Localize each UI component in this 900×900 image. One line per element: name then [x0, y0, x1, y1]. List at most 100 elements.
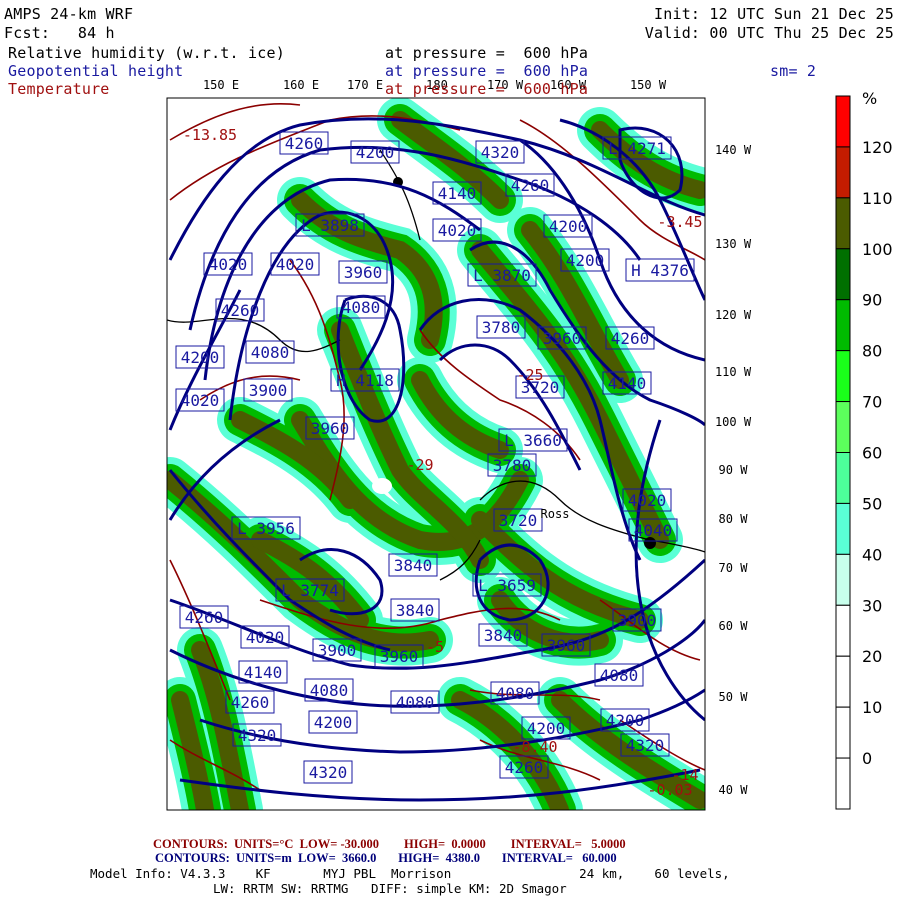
colorbar-label: 0 [862, 749, 872, 768]
height-label-text: 4140 [608, 374, 647, 393]
height-label-text: L 3659 [478, 576, 536, 595]
colorbar-swatch [835, 655, 851, 708]
colorbar-label: 100 [862, 240, 893, 259]
model-info-2: LW: RRTM SW: RRTMG DIFF: simple KM: 2D S… [213, 881, 567, 896]
height-label-text: 4200 [606, 711, 645, 730]
forecast-hour: Fcst: 84 h [4, 24, 115, 42]
height-label-text: 4020 [438, 221, 477, 240]
height-label-text: 4320 [481, 143, 520, 162]
colorbar-label: 30 [862, 596, 882, 615]
height-label: L 3870 [467, 263, 537, 287]
height-label: 4320 [232, 723, 282, 747]
top-lon-label: 160 E [283, 78, 319, 92]
height-label: 4260 [225, 690, 275, 714]
field-rh-level: at pressure = 600 hPa [385, 44, 589, 62]
colorbar-label: 50 [862, 494, 882, 513]
colorbar-label: 110 [862, 189, 893, 208]
height-label: 4080 [304, 678, 354, 702]
height-label: 3960 [374, 644, 424, 668]
height-label-text: 3720 [499, 511, 538, 530]
valid-time: Valid: 00 UTC Thu 25 Dec 25 [644, 24, 894, 42]
height-label: 4080 [245, 340, 295, 364]
temp-contours-label: CONTOURS: [153, 837, 228, 851]
height-label-text: 4200 [549, 217, 588, 236]
height-contours-label: CONTOURS: [155, 851, 230, 865]
height-label-text: 3840 [396, 601, 435, 620]
height-label-text: 3960 [344, 263, 383, 282]
colorbar-label: 10 [862, 698, 882, 717]
height-label: 4140 [238, 660, 288, 684]
height-label-text: L 3870 [473, 266, 531, 285]
right-lon-label: 130 W [715, 237, 752, 251]
height-label: 3840 [388, 553, 438, 577]
height-label: 4020 [622, 488, 672, 512]
right-lon-label: 80 W [719, 512, 749, 526]
height-label: 3780 [476, 315, 526, 339]
colorbar-swatch [835, 502, 851, 555]
height-label: 4140 [602, 371, 652, 395]
height-label: 4200 [521, 716, 571, 740]
height-label: 4200 [600, 708, 650, 732]
model-info-1: Model Info: V4.3.3 KF MYJ PBL Morrison 2… [90, 866, 730, 881]
height-label: L 3774 [275, 578, 345, 602]
height-label-text: 4080 [496, 684, 535, 703]
height-label-text: 3780 [493, 456, 532, 475]
height-label: 4260 [505, 173, 555, 197]
height-label-text: 3900 [618, 611, 657, 630]
height-label: 4260 [215, 298, 265, 322]
temperature-label: -0.03 [647, 781, 692, 799]
colorbar-swatch [835, 706, 851, 759]
height-label: 4020 [270, 252, 320, 276]
height-label-text: 4320 [238, 726, 277, 745]
height-contours-low: LOW= 3660.0 [298, 851, 377, 865]
colorbar-swatch [835, 197, 851, 250]
field-height-name: Geopotential height [8, 62, 184, 80]
height-label: L 3660 [498, 428, 568, 452]
height-label-text: 4200 [356, 143, 395, 162]
height-label: 3780 [487, 453, 537, 477]
colorbar-swatch [835, 757, 851, 810]
height-label: 4080 [490, 681, 540, 705]
top-lon-label: 170 E [347, 78, 383, 92]
height-label-text: 4260 [221, 301, 260, 320]
height-label: 4020 [432, 218, 482, 242]
temperature-label: -13.85 [183, 126, 237, 144]
field-temp-level: at pressure = 600 hPa [385, 80, 589, 98]
colorbar-label: 80 [862, 342, 882, 361]
temperature-label: -25 [516, 366, 543, 384]
height-label: 4320 [620, 733, 670, 757]
height-label: L 3659 [472, 573, 542, 597]
right-lon-label: 100 W [715, 415, 752, 429]
height-label: 4080 [594, 663, 644, 687]
right-lon-label: 120 W [715, 308, 752, 322]
height-label: 3960 [541, 633, 591, 657]
height-label-text: 4080 [396, 693, 435, 712]
height-label-text: 4140 [438, 184, 477, 203]
temp-contours-low: LOW= -30.000 [299, 837, 379, 851]
field-temp-name: Temperature [8, 80, 110, 98]
right-lon-label: 140 W [715, 143, 752, 157]
weather-map: 4260 4200L 38984020 4020 39604260 40804200 40… [166, 78, 893, 811]
height-label-text: L 3660 [504, 431, 562, 450]
colorbar: 1201101009080706050403020100% [835, 89, 893, 810]
height-label-text: 4020 [276, 255, 315, 274]
height-label: 4260 [499, 755, 549, 779]
height-label-text: 4320 [309, 763, 348, 782]
temperature-label: -29 [406, 456, 433, 474]
height-label-text: 4260 [231, 693, 270, 712]
height-label: 4080 [336, 295, 386, 319]
height-label-text: 4320 [626, 736, 665, 755]
height-contour-info: CONTOURS: UNITS=m LOW= 3660.0 HIGH= 4380… [155, 851, 617, 866]
height-label-text: 4260 [511, 176, 550, 195]
height-contours-high: HIGH= 4380.0 [398, 851, 480, 865]
height-label-text: 4200 [527, 719, 566, 738]
place-label: Ross [541, 507, 570, 521]
height-label: 3840 [390, 598, 440, 622]
height-label-text: 4140 [244, 663, 283, 682]
height-label-text: L 3956 [237, 519, 295, 538]
rh-gap [372, 478, 392, 494]
height-label: 4200 [543, 214, 593, 238]
top-lon-label: 150 E [203, 78, 239, 92]
height-label-text: 3840 [394, 556, 433, 575]
height-label-text: 4040 [634, 521, 673, 540]
